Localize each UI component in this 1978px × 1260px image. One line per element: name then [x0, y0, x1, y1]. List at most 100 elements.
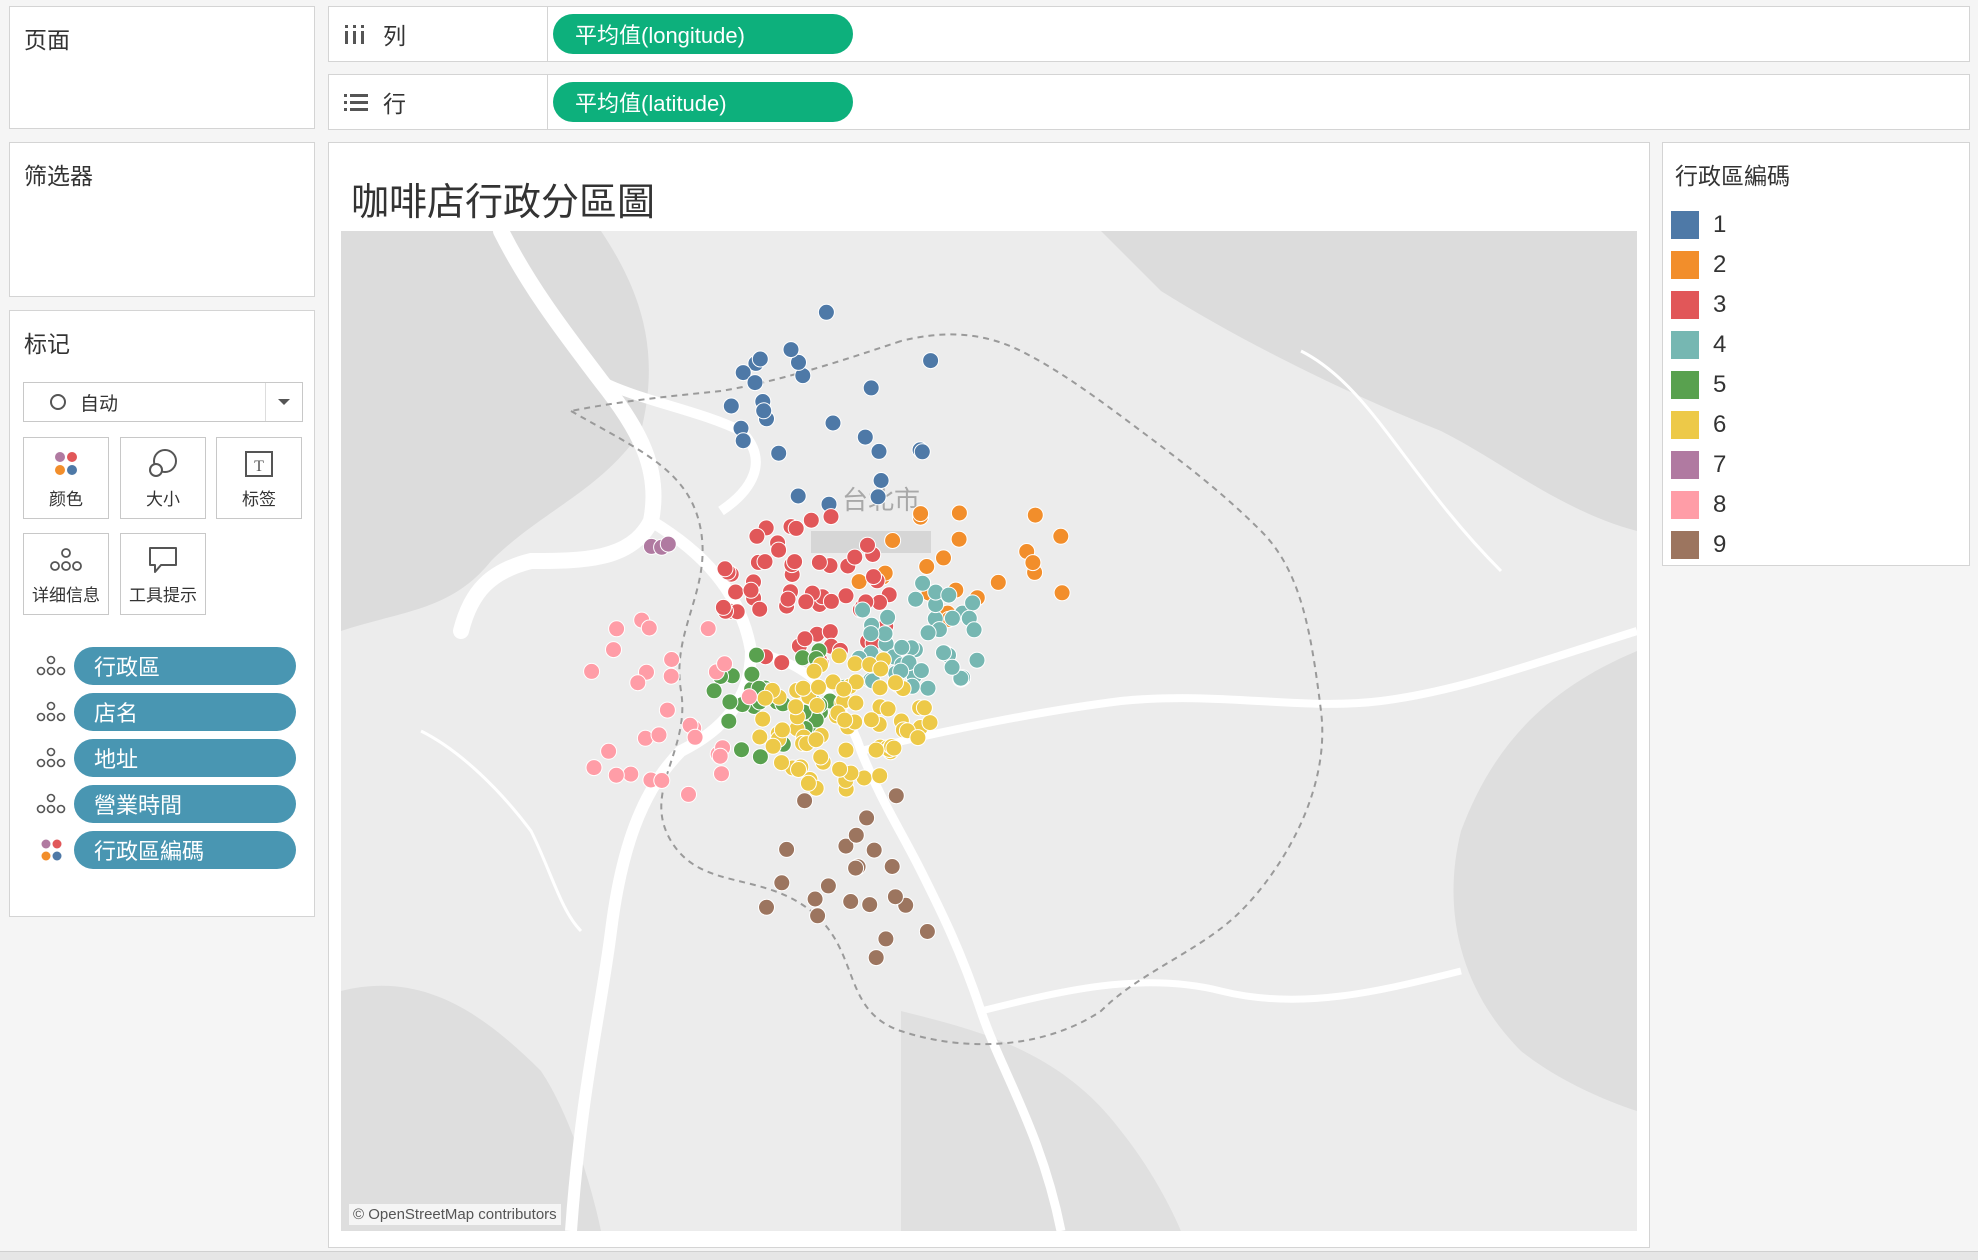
coffee-shop-mark[interactable]: [748, 527, 766, 545]
coffee-shop-mark[interactable]: [810, 553, 828, 571]
coffee-shop-mark[interactable]: [658, 701, 676, 719]
marks-field-row[interactable]: 行政區: [34, 646, 296, 686]
coffee-shop-mark[interactable]: [794, 679, 812, 697]
field-pill-district-code[interactable]: 行政區編碼: [74, 831, 296, 869]
detail-button[interactable]: 详细信息: [23, 533, 109, 615]
field-pill-address[interactable]: 地址: [74, 739, 296, 777]
map-canvas[interactable]: 台北市: [341, 231, 1637, 1231]
legend-item[interactable]: 4: [1671, 325, 1726, 365]
coffee-shop-mark[interactable]: [862, 379, 880, 397]
coffee-shop-mark[interactable]: [865, 568, 882, 586]
mark-type-dropdown[interactable]: 自动: [23, 382, 303, 422]
coffee-shop-mark[interactable]: [787, 698, 805, 716]
coffee-shop-mark[interactable]: [871, 679, 889, 697]
coffee-shop-mark[interactable]: [605, 641, 622, 659]
coffee-shop-mark[interactable]: [867, 949, 885, 967]
coffee-shop-mark[interactable]: [699, 620, 717, 638]
coffee-shop-mark[interactable]: [812, 748, 830, 766]
coffee-shop-mark[interactable]: [1026, 506, 1044, 524]
coffee-shop-mark[interactable]: [887, 787, 905, 805]
coffee-shop-mark[interactable]: [1052, 527, 1070, 545]
coffee-shop-mark[interactable]: [907, 590, 925, 608]
coffee-shop-mark[interactable]: [806, 890, 824, 908]
coffee-shop-mark[interactable]: [913, 443, 931, 461]
coffee-shop-mark[interactable]: [837, 587, 855, 605]
coffee-shop-mark[interactable]: [869, 488, 887, 506]
coffee-shop-mark[interactable]: [862, 625, 880, 643]
coffee-shop-mark[interactable]: [607, 766, 625, 784]
map-view[interactable]: 台北市 © OpenStreetMap contributors: [341, 231, 1637, 1231]
coffee-shop-mark[interactable]: [805, 662, 823, 680]
coffee-shop-mark[interactable]: [622, 765, 640, 783]
coffee-shop-mark[interactable]: [754, 710, 772, 728]
coffee-shop-mark[interactable]: [968, 651, 986, 669]
coffee-shop-mark[interactable]: [751, 350, 769, 368]
legend-item[interactable]: 7: [1671, 445, 1726, 485]
coffee-shop-mark[interactable]: [965, 621, 983, 639]
coffee-shop-mark[interactable]: [922, 352, 940, 370]
coffee-shop-mark[interactable]: [846, 655, 864, 673]
coffee-shop-mark[interactable]: [600, 742, 618, 760]
coffee-shop-mark[interactable]: [705, 682, 723, 700]
coffee-shop-mark[interactable]: [918, 923, 936, 940]
legend-item[interactable]: 8: [1671, 485, 1726, 525]
coffee-shop-mark[interactable]: [713, 765, 730, 783]
coffee-shop-mark[interactable]: [870, 442, 888, 460]
coffee-shop-mark[interactable]: [714, 598, 732, 616]
coffee-shop-mark[interactable]: [861, 896, 879, 914]
field-pill-shop-name[interactable]: 店名: [74, 693, 296, 731]
coffee-shop-mark[interactable]: [835, 680, 853, 698]
tooltip-button[interactable]: 工具提示: [120, 533, 206, 615]
marks-field-row[interactable]: 店名: [34, 692, 296, 732]
coffee-shop-mark[interactable]: [872, 472, 890, 489]
coffee-shop-mark[interactable]: [879, 608, 897, 626]
coffee-shop-mark[interactable]: [865, 841, 883, 859]
marks-field-row[interactable]: 行政區編碼: [34, 830, 296, 870]
coffee-shop-mark[interactable]: [583, 662, 601, 680]
coffee-shop-mark[interactable]: [858, 809, 876, 827]
coffee-shop-mark[interactable]: [943, 658, 961, 676]
coffee-shop-mark[interactable]: [950, 530, 968, 548]
size-button[interactable]: 大小: [120, 437, 206, 519]
coffee-shop-mark[interactable]: [872, 660, 890, 678]
coffee-shop-mark[interactable]: [856, 428, 874, 446]
marks-field-row[interactable]: 營業時間: [34, 784, 296, 824]
legend-item[interactable]: 9: [1671, 525, 1726, 565]
coffee-shop-mark[interactable]: [773, 721, 791, 739]
coffee-shop-mark[interactable]: [912, 662, 930, 680]
coffee-shop-mark[interactable]: [585, 759, 603, 777]
coffee-shop-mark[interactable]: [964, 594, 982, 612]
coffee-shop-mark[interactable]: [711, 747, 729, 765]
coffee-shop-mark[interactable]: [989, 573, 1007, 591]
filters-panel[interactable]: 筛选器: [9, 142, 315, 297]
coffee-shop-mark[interactable]: [837, 741, 855, 759]
pages-panel[interactable]: 页面: [9, 6, 315, 129]
color-button[interactable]: 颜色: [23, 437, 109, 519]
coffee-shop-mark[interactable]: [915, 699, 933, 717]
coffee-shop-mark[interactable]: [935, 549, 952, 567]
legend-item[interactable]: 5: [1671, 365, 1726, 405]
coffee-shop-mark[interactable]: [790, 761, 807, 778]
coffee-shop-mark[interactable]: [822, 592, 840, 610]
coffee-shop-mark[interactable]: [943, 609, 961, 627]
coffee-shop-mark[interactable]: [773, 754, 790, 772]
coffee-shop-mark[interactable]: [629, 674, 647, 692]
coffee-shop-mark[interactable]: [859, 536, 876, 554]
coffee-shop-mark[interactable]: [650, 726, 668, 744]
coffee-shop-mark[interactable]: [850, 573, 868, 591]
coffee-shop-mark[interactable]: [847, 859, 865, 877]
coffee-shop-mark[interactable]: [727, 583, 745, 601]
coffee-shop-mark[interactable]: [773, 874, 791, 892]
coffee-shop-mark[interactable]: [831, 760, 849, 778]
coffee-shop-mark[interactable]: [877, 930, 895, 948]
coffee-shop-mark[interactable]: [809, 907, 827, 925]
coffee-shop-mark[interactable]: [722, 397, 740, 415]
rows-shelf[interactable]: 行 平均值(latitude): [328, 74, 1970, 130]
coffee-shop-mark[interactable]: [755, 402, 773, 420]
coffee-shop-mark[interactable]: [846, 548, 864, 566]
coffee-shop-mark[interactable]: [842, 893, 860, 910]
coffee-shop-mark[interactable]: [1053, 584, 1071, 602]
coffee-shop-mark[interactable]: [716, 655, 734, 673]
coffee-shop-mark[interactable]: [808, 697, 826, 714]
coffee-shop-mark[interactable]: [912, 505, 930, 523]
